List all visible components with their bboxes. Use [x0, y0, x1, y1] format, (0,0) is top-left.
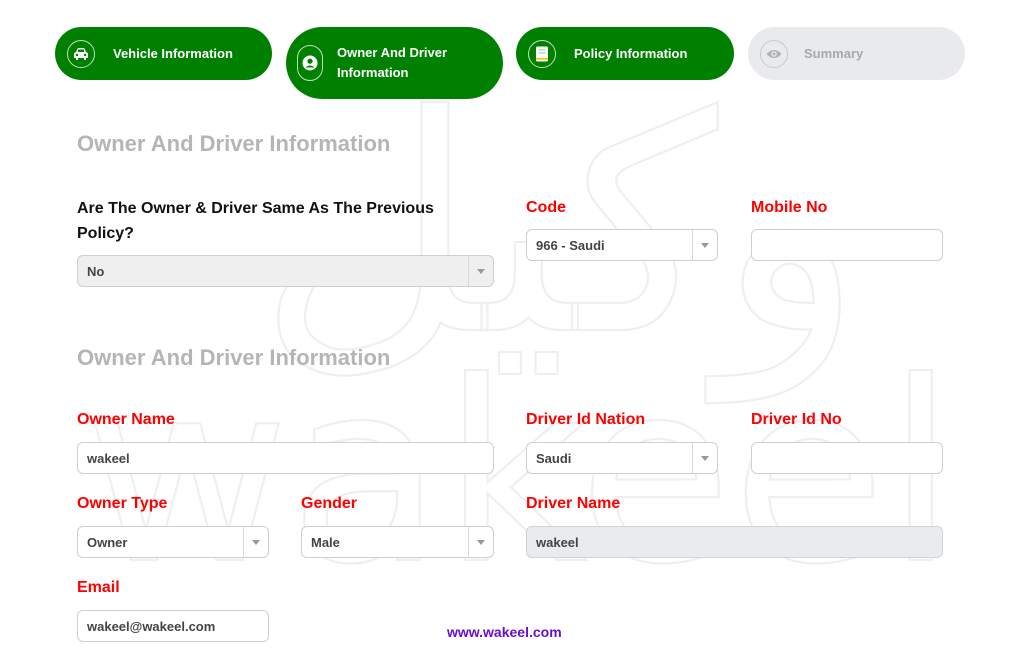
email-value: wakeel@wakeel.com: [87, 618, 216, 634]
driver-id-nation-select[interactable]: Saudi: [526, 442, 718, 474]
eye-icon: [760, 39, 788, 68]
mobile-input[interactable]: [751, 229, 943, 261]
mobile-label: Mobile No: [751, 199, 828, 216]
code-value: 966 - Saudi: [536, 237, 605, 253]
email-input[interactable]: wakeel@wakeel.com: [77, 610, 269, 642]
driver-name-value: wakeel: [536, 534, 579, 550]
driver-id-nation-value: Saudi: [536, 450, 572, 466]
owner-name-label: Owner Name: [77, 411, 175, 428]
website-link[interactable]: www.wakeel.com: [447, 624, 562, 640]
book-icon: [528, 39, 556, 68]
chevron-down-icon[interactable]: [468, 256, 493, 286]
step-label: Summary: [804, 45, 864, 61]
chevron-down-icon[interactable]: [692, 230, 717, 260]
code-label: Code: [526, 199, 566, 216]
gender-select[interactable]: Male: [301, 526, 494, 558]
owner-name-input[interactable]: wakeel: [77, 442, 494, 474]
step-label-line1: Owner And Driver: [337, 45, 448, 60]
chevron-down-icon[interactable]: [243, 527, 268, 557]
section-title-previous-policy: Owner And Driver Information: [77, 131, 391, 156]
gender-label: Gender: [301, 495, 358, 512]
step-label: Owner And Driver Information: [337, 43, 447, 83]
same-owner-question-label: Are The Owner & Driver Same As The Previ…: [77, 200, 434, 242]
owner-type-label: Owner Type: [77, 495, 168, 512]
car-icon: [67, 39, 95, 68]
chevron-down-icon[interactable]: [468, 527, 493, 557]
code-select[interactable]: 966 - Saudi: [526, 229, 718, 261]
driver-name-label: Driver Name: [526, 495, 621, 512]
step-policy-information[interactable]: Policy Information: [516, 27, 734, 80]
owner-name-value: wakeel: [87, 450, 130, 466]
gender-value: Male: [311, 534, 340, 550]
step-label-line2: Information: [337, 65, 409, 80]
email-label: Email: [77, 579, 120, 596]
same-owner-value: No: [87, 263, 105, 279]
same-owner-select[interactable]: No: [77, 255, 494, 287]
wizard-stepper: Vehicle Information Owner And Driver Inf…: [0, 0, 1024, 110]
owner-type-select[interactable]: Owner: [77, 526, 269, 558]
section-title-owner-driver: Owner And Driver Information: [77, 345, 391, 370]
user-icon: [297, 45, 323, 81]
driver-name-input: wakeel: [526, 526, 943, 558]
step-summary[interactable]: Summary: [748, 27, 965, 80]
driver-id-no-input[interactable]: [751, 442, 943, 474]
owner-type-value: Owner: [87, 534, 128, 550]
driver-id-nation-label: Driver Id Nation: [526, 411, 646, 428]
chevron-down-icon[interactable]: [692, 443, 717, 473]
step-vehicle-information[interactable]: Vehicle Information: [55, 27, 272, 80]
driver-id-no-label: Driver Id No: [751, 411, 842, 428]
step-label: Policy Information: [574, 45, 688, 61]
step-owner-and-driver-information[interactable]: Owner And Driver Information: [286, 27, 503, 99]
step-label: Vehicle Information: [113, 45, 233, 61]
